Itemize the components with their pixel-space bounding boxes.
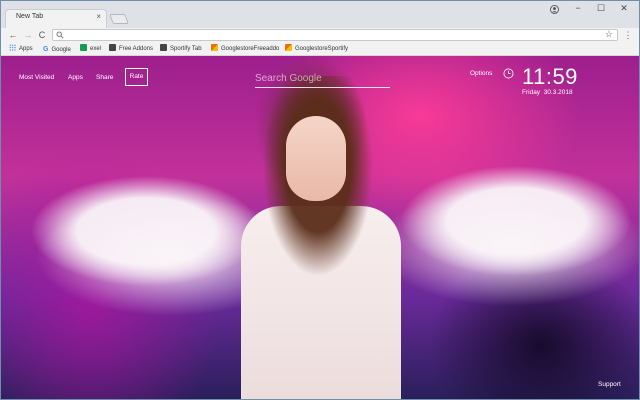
apps-link[interactable]: Apps (68, 73, 83, 83)
bookmark-googlestore-sportify[interactable]: GooglestoreSportify (285, 44, 348, 55)
addon-icon (109, 44, 116, 51)
bookmark-apps[interactable]: Apps (9, 44, 33, 55)
bookmark-star-icon[interactable]: ☆ (605, 29, 613, 40)
clock-date: Friday 30.3.2018 (522, 89, 573, 96)
bookmark-google[interactable]: G Google (43, 44, 71, 55)
tab-new-tab[interactable]: New Tab × (5, 9, 107, 28)
search-icon (56, 31, 64, 39)
support-link[interactable]: Support (598, 381, 621, 388)
tab-close-icon[interactable]: × (96, 12, 101, 21)
bookmark-googlestore-freeaddo[interactable]: GooglestoreFreeaddo (211, 44, 279, 55)
tab-strip: New Tab × − ☐ ✕ (1, 1, 639, 28)
apps-grid-icon (9, 44, 16, 51)
bookmark-label: Apps (19, 46, 33, 52)
google-g-icon: G (43, 46, 49, 53)
forward-button[interactable]: → (22, 29, 34, 41)
browser-toolbar: ← → C ☆ ⋮ (1, 28, 639, 43)
clock-icon[interactable] (503, 68, 514, 79)
bookmark-label: Free Addons (119, 46, 154, 52)
bookmark-free-addons[interactable]: Free Addons (109, 44, 153, 55)
bookmark-label: exel (90, 46, 102, 52)
clock-day: Friday (522, 89, 541, 96)
browser-window: New Tab × − ☐ ✕ ← → C ☆ ⋮ Apps G Google … (0, 0, 640, 400)
address-bar[interactable]: ☆ (52, 29, 618, 41)
sheets-icon (80, 44, 87, 51)
tab-title: New Tab (16, 13, 44, 20)
back-button[interactable]: ← (7, 29, 19, 41)
tab-icon (160, 44, 167, 51)
rate-button[interactable]: Rate (125, 68, 148, 86)
browser-menu-icon[interactable]: ⋮ (623, 29, 633, 41)
share-link[interactable]: Share (96, 73, 113, 83)
search-box (255, 68, 390, 88)
profile-icon[interactable] (550, 5, 559, 14)
background-photo-sleeve-right (401, 166, 631, 276)
store-icon (211, 44, 218, 51)
bookmark-label: GooglestoreFreeaddo (221, 46, 280, 52)
reload-button[interactable]: C (36, 29, 48, 41)
new-tab-page: Most Visited Apps Share Rate Options 11:… (1, 56, 639, 399)
bookmark-label: GooglestoreSportify (295, 46, 349, 52)
maximize-button[interactable]: ☐ (590, 3, 612, 14)
new-tab-button[interactable] (109, 14, 129, 24)
minimize-button[interactable]: − (567, 3, 589, 13)
background-photo-sleeve-left (31, 176, 261, 286)
options-link[interactable]: Options (470, 70, 492, 77)
background-photo-face (286, 116, 346, 201)
clock-date-value: 30.3.2018 (543, 89, 573, 96)
most-visited-link[interactable]: Most Visited (19, 73, 54, 83)
close-window-button[interactable]: ✕ (613, 3, 635, 14)
store-icon (285, 44, 292, 51)
search-input[interactable] (255, 70, 390, 86)
bookmark-sportify-tab[interactable]: Sportify Tab (160, 44, 202, 55)
bookmark-exel[interactable]: exel (80, 44, 101, 55)
bookmark-label: Sportify Tab (170, 46, 202, 52)
bookmark-label: Google (51, 47, 71, 53)
bookmarks-bar: Apps G Google exel Free Addons Sportify T… (1, 43, 639, 56)
clock-time: 11:59 (522, 64, 578, 89)
